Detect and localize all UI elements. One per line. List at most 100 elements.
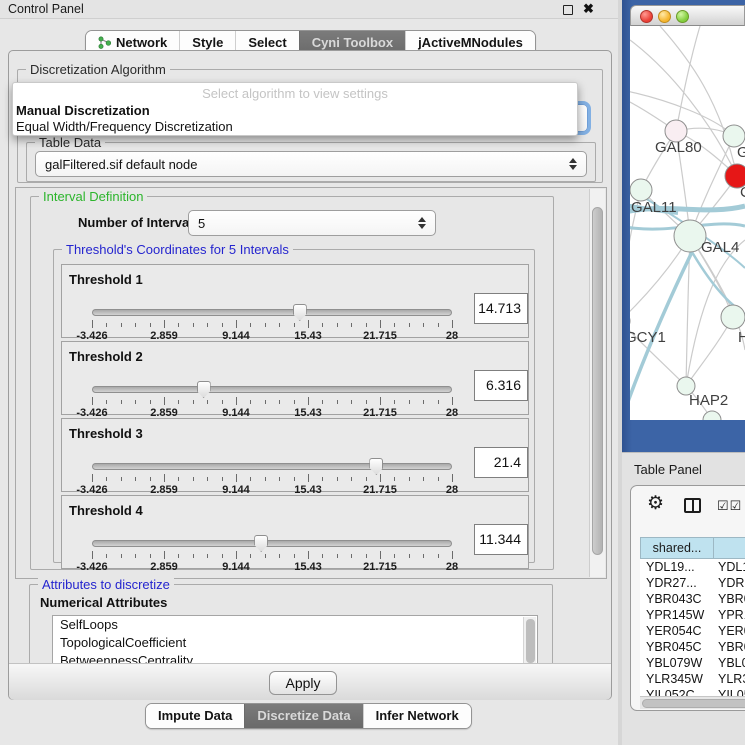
cell-name[interactable]: YBL079W	[714, 655, 745, 671]
table-row[interactable]: YDL19...YDL19...	[640, 559, 745, 575]
table-row[interactable]: YLR345WYLR345W	[640, 671, 745, 687]
threshold-slider[interactable]: -3.4262.8599.14415.4321.71528	[92, 459, 452, 493]
minimize-traffic-light-icon[interactable]	[658, 10, 671, 23]
cell-name[interactable]: YLR345W	[714, 671, 745, 687]
algorithm-option-equal-width[interactable]: Equal Width/Frequency Discretization	[16, 119, 576, 134]
number-of-intervals-combobox[interactable]: 5	[188, 210, 436, 236]
cell-shared-name[interactable]: YBR045C	[640, 639, 714, 655]
slider-track[interactable]	[92, 386, 452, 393]
cell-name[interactable]: YBR045C	[714, 639, 745, 655]
algorithm-dropdown-popup: Select algorithm to view settings Manual…	[12, 82, 578, 136]
tick-mark	[106, 323, 107, 327]
numerical-attributes-label: Numerical Attributes	[40, 595, 167, 610]
tab-select-label: Select	[248, 35, 286, 50]
tab-impute-data[interactable]: Impute Data	[146, 704, 244, 728]
column-header-name[interactable]: name	[714, 537, 745, 559]
threshold-slider[interactable]: -3.4262.8599.14415.4321.71528	[92, 382, 452, 416]
cell-name[interactable]: YER054C	[714, 623, 745, 639]
table-row[interactable]: YPR145WYPR145W	[640, 607, 745, 623]
network-window-titlebar[interactable]	[630, 5, 745, 26]
tick-mark	[452, 474, 453, 482]
float-window-icon[interactable]	[563, 5, 573, 15]
slider-track[interactable]	[92, 540, 452, 547]
tick-mark	[394, 554, 395, 558]
threshold-label: Threshold 4	[69, 503, 143, 518]
show-columns-checkboxes-icon[interactable]: ☑☑	[717, 498, 742, 514]
cell-shared-name[interactable]: YPR145W	[640, 607, 714, 623]
cell-shared-name[interactable]: YIL052C	[640, 687, 714, 696]
table-data-combobox[interactable]: galFiltered.sif default node	[35, 151, 587, 177]
close-traffic-light-icon[interactable]	[640, 10, 653, 23]
tick-mark	[394, 323, 395, 327]
attribute-list-item[interactable]: SelfLoops	[53, 616, 537, 634]
table-rows[interactable]: YDL19...YDL19...YDR27...YDR27...YBR043CY…	[640, 559, 745, 696]
table-row[interactable]: YDR27...YDR27...	[640, 575, 745, 591]
tick-mark	[351, 400, 352, 404]
scrollbar-thumb[interactable]	[592, 207, 603, 555]
numerical-attributes-list[interactable]: SelfLoopsTopologicalCoefficientBetweenne…	[52, 615, 538, 665]
tick-mark	[222, 323, 223, 327]
network-node-gal11[interactable]	[630, 179, 652, 201]
threshold-value-field[interactable]: 6.316	[474, 370, 528, 401]
cell-shared-name[interactable]: YLR345W	[640, 671, 714, 687]
threshold-slider[interactable]: -3.4262.8599.14415.4321.71528	[92, 536, 452, 570]
apply-button[interactable]: Apply	[269, 671, 337, 695]
slider-track[interactable]	[92, 309, 452, 316]
cell-name[interactable]: YDL19...	[714, 559, 745, 575]
tick-mark	[92, 397, 93, 405]
slider-thumb[interactable]	[369, 458, 383, 475]
tick-mark	[236, 551, 237, 559]
table-row[interactable]: YIL052CYIL052C	[640, 687, 745, 696]
cell-name[interactable]: YPR145W	[714, 607, 745, 623]
threshold-value-field[interactable]: 11.344	[474, 524, 528, 555]
split-columns-icon[interactable]	[684, 498, 701, 513]
slider-thumb[interactable]	[254, 535, 268, 552]
threshold-value-field[interactable]: 21.4	[474, 447, 528, 478]
tick-mark	[207, 400, 208, 404]
apply-strip: Apply	[9, 663, 611, 700]
cell-shared-name[interactable]: YBR043C	[640, 591, 714, 607]
cell-name[interactable]: YBR043C	[714, 591, 745, 607]
algorithm-option-manual[interactable]: Manual Discretization	[16, 103, 576, 118]
column-header-shared-name[interactable]: shared...	[640, 537, 714, 559]
network-node-label: HAP2	[689, 392, 728, 409]
tab-discretize-data[interactable]: Discretize Data	[244, 704, 362, 728]
tick-mark	[92, 320, 93, 328]
cell-shared-name[interactable]: YER054C	[640, 623, 714, 639]
tick-mark	[135, 477, 136, 481]
table-row[interactable]: YBL079WYBL079W	[640, 655, 745, 671]
network-canvas[interactable]: GAL80GCGAL11GAL4GCY1HHAP2	[630, 26, 745, 420]
threshold-value-field[interactable]: 14.713	[474, 293, 528, 324]
attribute-list-item[interactable]: TopologicalCoefficient	[53, 634, 537, 652]
threshold-panel-1: Threshold 1-3.4262.8599.14415.4321.71528…	[61, 264, 529, 338]
combo-arrows-icon	[418, 217, 426, 229]
cell-name[interactable]: YDR27...	[714, 575, 745, 591]
cell-shared-name[interactable]: YBL079W	[640, 655, 714, 671]
tick-mark	[438, 554, 439, 558]
tick-mark	[452, 320, 453, 328]
close-icon[interactable]: ✖	[583, 1, 594, 17]
tab-infer-network[interactable]: Infer Network	[363, 704, 471, 728]
network-node[interactable]	[703, 411, 721, 420]
table-horizontal-scrollbar[interactable]	[640, 696, 745, 709]
slider-track[interactable]	[92, 463, 452, 470]
table-row[interactable]: YBR043CYBR043C	[640, 591, 745, 607]
network-node-h[interactable]	[721, 305, 745, 329]
table-row[interactable]: YER054CYER054C	[640, 623, 745, 639]
cell-shared-name[interactable]: YDR27...	[640, 575, 714, 591]
settings-vertical-scrollbar[interactable]	[589, 189, 605, 577]
threshold-slider[interactable]: -3.4262.8599.14415.4321.71528	[92, 305, 452, 339]
slider-thumb[interactable]	[293, 304, 307, 321]
scrollbar-thumb[interactable]	[642, 699, 745, 708]
cell-name[interactable]: YIL052C	[714, 687, 745, 696]
tick-mark	[337, 554, 338, 558]
gear-icon[interactable]: ⚙	[647, 492, 664, 515]
tick-mark	[150, 323, 151, 327]
cell-shared-name[interactable]: YDL19...	[640, 559, 714, 575]
tick-mark	[222, 554, 223, 558]
zoom-traffic-light-icon[interactable]	[676, 10, 689, 23]
attributes-scrollbar[interactable]	[523, 617, 536, 665]
slider-thumb[interactable]	[197, 381, 211, 398]
table-row[interactable]: YBR045CYBR045C	[640, 639, 745, 655]
scrollbar-thumb[interactable]	[526, 619, 535, 663]
